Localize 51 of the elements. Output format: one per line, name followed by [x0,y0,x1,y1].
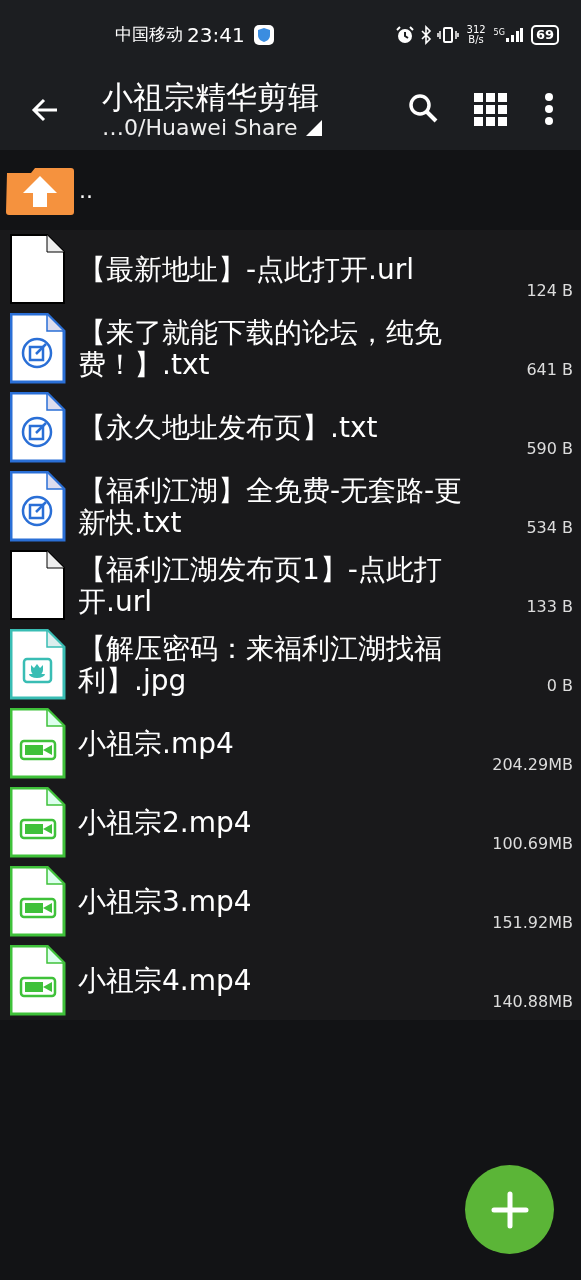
vibrate-icon [436,25,459,45]
more-icon [543,92,555,128]
plus-icon [490,1190,529,1229]
file-size: 133 B [526,596,573,618]
file-icon [10,233,66,306]
file-name[interactable]: 【解压密码：来福利江湖找福利】.jpg [78,632,466,697]
folder-up-icon [5,165,75,215]
file-name[interactable]: 【最新地址】-点此打开.url [78,253,466,286]
text-file-icon [10,312,66,385]
view-button[interactable] [473,92,509,128]
status-time: 23:41 [187,22,245,49]
image-file-icon [10,628,66,701]
file-icon [10,549,66,622]
path-dropdown[interactable]: …0/Huawei Share [102,115,354,140]
signal-icon [504,27,523,43]
parent-folder[interactable]: .. [79,173,93,207]
shield-icon [252,24,275,46]
file-size: 100.69MB [492,833,573,855]
network-type: 5G [493,27,505,39]
file-size: 204.29MB [492,754,573,776]
video-file-icon [10,944,66,1017]
battery-level: 69 [530,25,559,45]
video-file-icon [10,865,66,938]
file-name[interactable]: 小祖宗2.mp4 [78,806,466,839]
dropdown-icon [305,119,322,136]
file-name[interactable]: 小祖宗4.mp4 [78,964,466,997]
file-size: 124 B [526,280,573,302]
grid-icon [473,92,509,128]
file-name[interactable]: 【福利江湖】全免费-无套路-更新快.txt [78,474,466,539]
file-size: 534 B [526,517,573,539]
file-name[interactable]: 小祖宗3.mp4 [78,885,466,918]
speed-value: 312 [466,25,486,35]
video-file-icon [10,786,66,859]
file-size: 641 B [526,359,573,381]
more-button[interactable] [543,92,555,128]
file-name[interactable]: 小祖宗.mp4 [78,727,466,760]
text-file-icon [10,470,66,543]
file-size: 0 B [546,675,573,697]
speed-unit: B/s [467,35,485,45]
bluetooth-icon [418,25,433,45]
text-file-icon [10,391,66,464]
file-size: 140.88MB [492,991,573,1013]
file-name[interactable]: 【福利江湖发布页1】-点此打开.url [78,553,466,618]
file-size: 151.92MB [492,912,573,934]
file-name[interactable]: 【永久地址发布页】.txt [78,411,466,444]
carrier-name: 中国移动 [115,23,183,47]
video-file-icon [10,707,66,780]
alarm-icon [394,25,415,45]
folder-title: 小祖宗精华剪辑 [102,80,320,116]
file-size: 590 B [526,438,573,460]
file-name[interactable]: 【来了就能下载的论坛，纯免费！】.txt [78,316,466,381]
